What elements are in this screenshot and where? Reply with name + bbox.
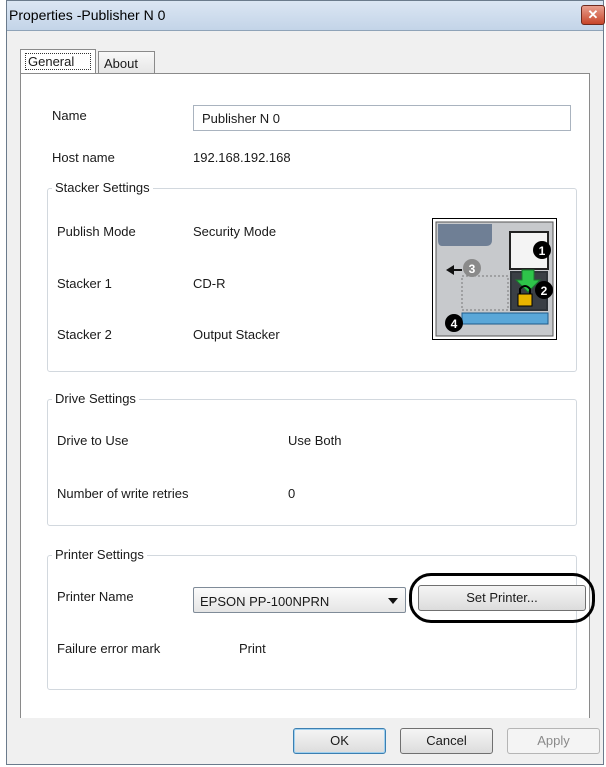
drive-to-use-label: Drive to Use <box>57 433 129 448</box>
failure-error-mark-label: Failure error mark <box>57 641 161 656</box>
chevron-down-icon <box>388 598 398 604</box>
cancel-button[interactable]: Cancel <box>400 728 493 754</box>
ok-button[interactable]: OK <box>293 728 386 754</box>
diagram-number-2: 2 <box>541 284 548 298</box>
name-field[interactable]: Publisher N 0 <box>193 105 571 131</box>
publish-mode-value: Security Mode <box>193 224 277 239</box>
title-bar[interactable]: Properties -Publisher N 0 ✕ <box>7 1 605 31</box>
printer-settings-title: Printer Settings <box>52 547 147 562</box>
window-title: Properties -Publisher N 0 <box>9 7 166 23</box>
drive-settings-group: Drive Settings Drive to Use Use Both Num… <box>47 391 577 526</box>
tab-general-label: General <box>25 53 91 70</box>
tab-about[interactable]: About <box>98 51 155 73</box>
stacker-settings-group: Stacker Settings Publish Mode Security M… <box>47 180 577 372</box>
close-button[interactable]: ✕ <box>581 5 605 25</box>
name-field-value: Publisher N 0 <box>202 111 281 126</box>
properties-window: Properties -Publisher N 0 ✕ General Abou… <box>6 0 605 765</box>
printer-name-select[interactable]: EPSON PP-100NPRN <box>193 587 406 613</box>
dialog-footer: OK Cancel Apply <box>7 718 603 764</box>
name-label: Name <box>52 108 87 123</box>
failure-error-mark-value: Print <box>239 641 266 656</box>
set-printer-highlight <box>409 573 595 623</box>
host-name-value: 192.168.192.168 <box>193 150 291 165</box>
write-retries-value: 0 <box>288 486 296 501</box>
drive-settings-title: Drive Settings <box>52 391 139 406</box>
stacker2-label: Stacker 2 <box>57 327 112 342</box>
stacker-settings-title: Stacker Settings <box>52 180 153 195</box>
printer-name-label: Printer Name <box>57 589 134 604</box>
stacker-diagram-icon: 1 2 3 4 <box>432 218 557 340</box>
diagram-number-4: 4 <box>451 317 458 331</box>
diagram-number-1: 1 <box>539 244 546 258</box>
close-icon: ✕ <box>587 7 599 22</box>
printer-name-value: EPSON PP-100NPRN <box>200 594 330 609</box>
apply-button[interactable]: Apply <box>507 728 600 754</box>
drive-to-use-value: Use Both <box>288 433 342 448</box>
host-name-label: Host name <box>52 150 115 165</box>
stacker1-label: Stacker 1 <box>57 276 112 291</box>
stacker1-value: CD-R <box>193 276 226 291</box>
diagram-number-3: 3 <box>469 262 476 276</box>
stacker2-value: Output Stacker <box>193 327 280 342</box>
tab-about-label: About <box>104 56 138 71</box>
write-retries-label: Number of write retries <box>57 486 189 501</box>
tab-general[interactable]: General <box>20 49 96 74</box>
publish-mode-label: Publish Mode <box>57 224 136 239</box>
